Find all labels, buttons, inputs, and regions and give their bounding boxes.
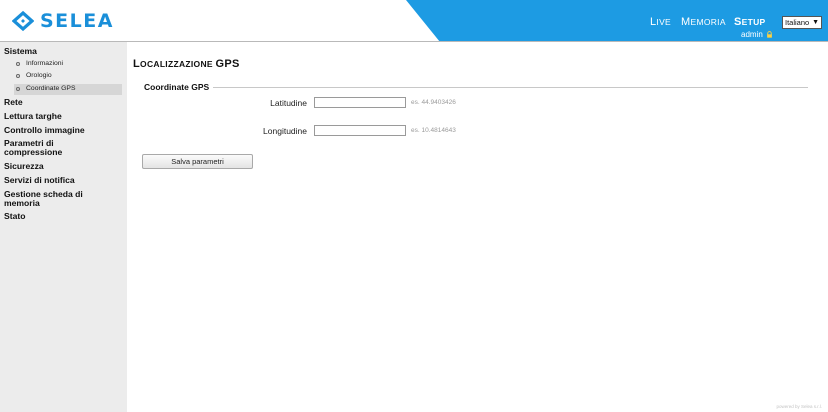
footer-credit: powered by Selea s.r.l. <box>776 404 822 409</box>
chevron-down-icon: ▼ <box>812 19 819 26</box>
header: SELEA LIVE MEMORIA SETUP Italiano ▼ admi… <box>0 0 828 42</box>
nav-setup-initial: S <box>734 16 742 28</box>
lock-icon[interactable] <box>766 31 773 38</box>
nav-memoria[interactable]: MEMORIA <box>681 16 726 30</box>
fieldset-legend: Coordinate GPS <box>144 82 214 92</box>
save-button[interactable]: Salva parametri <box>142 154 253 169</box>
sidebar-subitem-coordinate-gps[interactable]: Coordinate GPS <box>26 85 76 92</box>
page-title-initial: L <box>133 58 141 70</box>
longitude-hint: es. 10.4814643 <box>411 127 456 134</box>
sidebar-subitem-informazioni[interactable]: Informazioni <box>26 60 63 67</box>
logo[interactable]: SELEA <box>12 10 114 32</box>
bullet-icon <box>16 87 20 91</box>
sidebar-item-rete[interactable]: Rete <box>4 98 124 107</box>
nav-live[interactable]: LIVE <box>650 16 671 30</box>
language-select[interactable]: Italiano ▼ <box>782 16 822 29</box>
fieldset-divider <box>208 87 808 88</box>
sidebar-subitem-orologio[interactable]: Orologio <box>26 72 52 79</box>
page-title-rest: OCALIZZAZIONE <box>140 59 216 69</box>
longitude-label: Longitudine <box>263 126 307 136</box>
nav-setup-rest: ETUP <box>741 17 766 27</box>
sidebar-item-servizi-notifica[interactable]: Servizi di notifica <box>4 176 124 185</box>
page-title-suffix: GPS <box>215 58 240 70</box>
logo-text: SELEA <box>40 10 114 32</box>
sidebar-item-parametri-compressione[interactable]: Parametri di compressione <box>4 139 100 157</box>
nav-memoria-rest: EMORIA <box>690 17 726 27</box>
page-title: LOCALIZZAZIONE GPS <box>133 58 240 70</box>
sidebar-item-lettura-targhe[interactable]: Lettura targhe <box>4 112 124 121</box>
sidebar-item-stato[interactable]: Stato <box>4 212 124 221</box>
user-name[interactable]: admin <box>741 30 763 39</box>
nav-setup[interactable]: SETUP <box>734 16 766 30</box>
bullet-icon <box>16 62 20 66</box>
sidebar-item-sistema[interactable]: Sistema <box>4 47 124 56</box>
nav-live-rest: IVE <box>656 17 672 27</box>
bullet-icon <box>16 74 20 78</box>
language-select-value: Italiano <box>785 18 810 27</box>
sidebar-item-gestione-scheda-memoria[interactable]: Gestione scheda di memoria <box>4 190 104 208</box>
latitude-input[interactable] <box>314 97 406 108</box>
selea-diamond-logo-icon <box>12 10 34 32</box>
sidebar-item-sicurezza[interactable]: Sicurezza <box>4 162 124 171</box>
sidebar-item-controllo-immagine[interactable]: Controllo immagine <box>4 126 124 135</box>
latitude-label: Latitudine <box>270 98 307 108</box>
latitude-hint: es. 44.9403426 <box>411 99 456 106</box>
longitude-input[interactable] <box>314 125 406 136</box>
